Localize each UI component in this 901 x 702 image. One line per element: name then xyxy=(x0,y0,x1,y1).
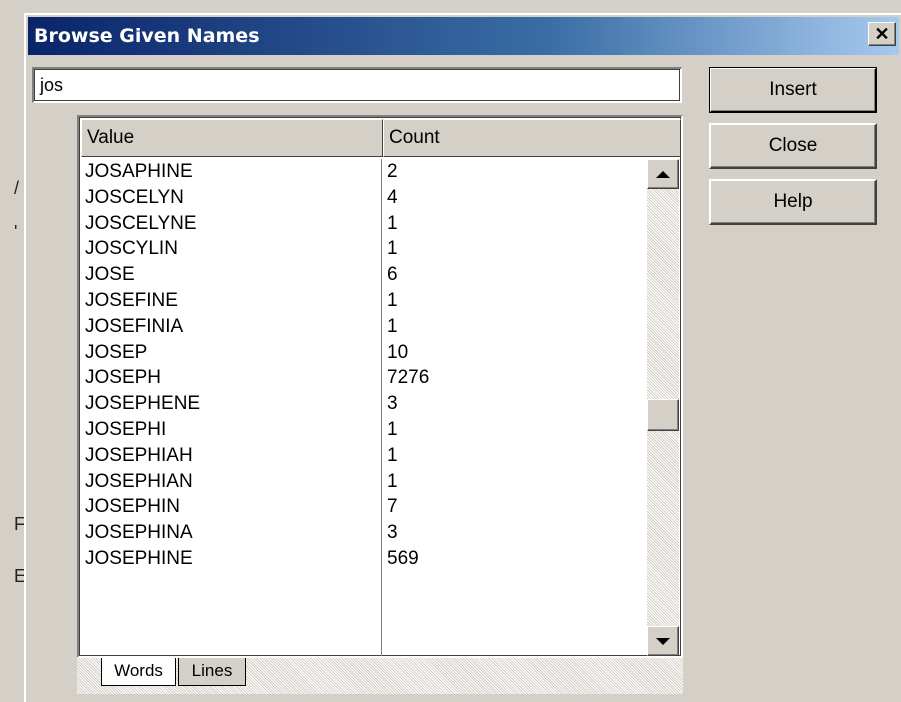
list-item[interactable]: JOSCELYN 4 xyxy=(81,185,647,211)
name-count: 1 xyxy=(387,289,398,311)
name-count: 7 xyxy=(387,496,398,518)
name-count: 7276 xyxy=(387,367,430,389)
list-item[interactable]: JOSCYLIN 1 xyxy=(81,236,647,262)
name-value: JOSEFINE xyxy=(85,289,178,311)
browse-dialog: Browse Given Names ✕ jos Insert Close He… xyxy=(24,13,901,702)
tab-strip: Words Lines xyxy=(77,658,683,694)
list-item[interactable]: JOSAPHINE 2 xyxy=(81,159,647,185)
list-item[interactable]: JOSEPHI 1 xyxy=(81,417,647,443)
insert-button[interactable]: Insert xyxy=(709,67,877,113)
name-count: 6 xyxy=(387,264,398,286)
scroll-down-button[interactable] xyxy=(647,626,679,656)
list-item[interactable]: JOSCELYNE 1 xyxy=(81,211,647,237)
title-bar[interactable]: Browse Given Names ✕ xyxy=(28,17,899,55)
name-value: JOSE xyxy=(85,264,135,286)
name-count: 1 xyxy=(387,444,398,466)
dialog-title: Browse Given Names xyxy=(34,25,260,47)
name-value: JOSEPHIAH xyxy=(85,444,193,466)
name-value: JOSEPHINE xyxy=(85,547,193,569)
name-count: 1 xyxy=(387,238,398,260)
vertical-scrollbar[interactable] xyxy=(647,159,679,656)
name-count: 1 xyxy=(387,315,398,337)
scroll-up-button[interactable] xyxy=(647,159,679,189)
scrollbar-thumb[interactable] xyxy=(647,399,679,431)
search-input[interactable]: jos xyxy=(32,67,682,103)
close-window-button[interactable]: ✕ xyxy=(868,22,896,46)
list-item[interactable]: JOSEPHINE 569 xyxy=(81,546,647,572)
name-count: 569 xyxy=(387,547,419,569)
name-value: JOSCELYN xyxy=(85,186,184,208)
name-count: 1 xyxy=(387,470,398,492)
name-value: JOSEPHI xyxy=(85,418,167,440)
background-text: ' xyxy=(14,222,18,242)
names-list[interactable]: Value Count JOSAPHINE 2 JOSCELYN 4 JOSCELYNE… xyxy=(77,115,683,658)
list-item[interactable]: JOSEP 10 xyxy=(81,340,647,366)
name-value: JOSEP xyxy=(85,341,148,363)
list-item[interactable]: JOSEPHIAH 1 xyxy=(81,443,647,469)
name-count: 10 xyxy=(387,341,409,363)
help-button[interactable]: Help xyxy=(709,179,877,225)
close-icon: ✕ xyxy=(874,24,890,44)
list-item[interactable]: JOSEPHINA 3 xyxy=(81,520,647,546)
name-value: JOSAPHINE xyxy=(85,161,193,182)
list-item[interactable]: JOSE 6 xyxy=(81,262,647,288)
list-item[interactable]: JOSEPHENE 3 xyxy=(81,391,647,417)
name-count: 4 xyxy=(387,186,398,208)
name-count: 2 xyxy=(387,161,398,182)
name-value: JOSEPHINA xyxy=(85,522,193,544)
list-item[interactable]: JOSEFINE 1 xyxy=(81,288,647,314)
list-item[interactable]: JOSEPHIAN 1 xyxy=(81,469,647,495)
arrow-up-icon xyxy=(656,170,670,178)
name-value: JOSEFINIA xyxy=(85,315,184,337)
list-item[interactable]: JOSEFINIA 1 xyxy=(81,314,647,340)
name-value: JOSEPHIAN xyxy=(85,470,193,492)
column-header-count[interactable]: Count xyxy=(383,119,681,157)
arrow-down-icon xyxy=(656,637,670,645)
name-value: JOSEPH xyxy=(85,367,162,389)
list-rows: JOSAPHINE 2 JOSCELYN 4 JOSCELYNE 1 JOSCYLIN 1 JO… xyxy=(81,159,647,572)
name-value: JOSEPHENE xyxy=(85,393,201,415)
close-button[interactable]: Close xyxy=(709,123,877,169)
name-count: 1 xyxy=(387,212,398,234)
tab-words[interactable]: Words xyxy=(101,658,176,686)
name-value: JOSCELYNE xyxy=(85,212,197,234)
name-value: JOSCYLIN xyxy=(85,238,178,260)
name-count: 3 xyxy=(387,522,398,544)
tab-lines[interactable]: Lines xyxy=(178,658,246,686)
column-header-value[interactable]: Value xyxy=(81,119,383,157)
list-item[interactable]: JOSEPHIN 7 xyxy=(81,494,647,520)
list-header: Value Count xyxy=(81,119,681,157)
name-count: 1 xyxy=(387,418,398,440)
background-text: / xyxy=(14,178,20,198)
list-item[interactable]: JOSEPH 7276 xyxy=(81,365,647,391)
name-count: 3 xyxy=(387,393,398,415)
name-value: JOSEPHIN xyxy=(85,496,181,518)
